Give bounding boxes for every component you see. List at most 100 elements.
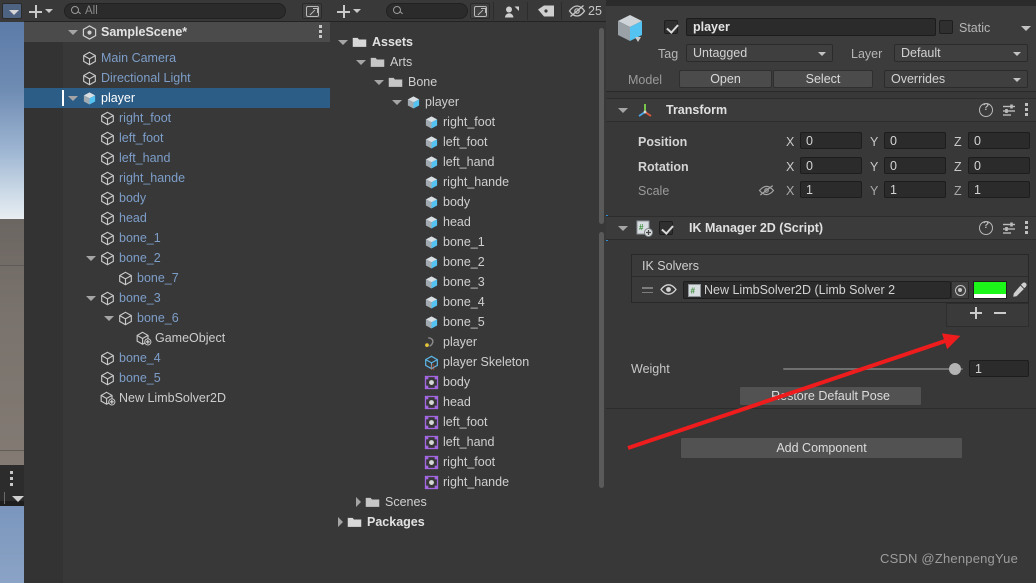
help-icon[interactable] xyxy=(979,102,993,117)
chevron-down-icon[interactable] xyxy=(618,107,628,113)
kebab-menu-icon[interactable] xyxy=(1025,221,1028,235)
project-item-bone[interactable]: Bone xyxy=(330,72,606,92)
hierarchy-search-input[interactable]: All xyxy=(64,3,286,19)
project-item-player[interactable]: player xyxy=(330,332,606,352)
hierarchy-add-button[interactable] xyxy=(24,0,56,22)
project-item-head[interactable]: head xyxy=(330,212,606,232)
scale-y-input[interactable]: 1 xyxy=(884,181,946,198)
hierarchy-item-new-limbsolver2d[interactable]: New LimbSolver2D xyxy=(24,388,330,408)
project-expand-button[interactable] xyxy=(470,3,490,19)
ik-solver-remove-button[interactable] xyxy=(988,304,1012,326)
project-search-input[interactable] xyxy=(386,3,468,19)
project-scrollbar-2[interactable] xyxy=(599,232,604,488)
chevron-right-icon[interactable] xyxy=(338,517,343,527)
presets-icon[interactable] xyxy=(1002,221,1016,235)
project-item-bone-2[interactable]: bone_2 xyxy=(330,252,606,272)
add-component-button[interactable]: Add Component xyxy=(680,437,963,459)
chevron-down-icon[interactable] xyxy=(68,29,78,35)
project-item-packages[interactable]: Packages xyxy=(330,512,606,532)
project-item-bone-1[interactable]: bone_1 xyxy=(330,232,606,252)
hierarchy-item-directional-light[interactable]: Directional Light xyxy=(24,68,330,88)
chevron-down-icon[interactable] xyxy=(392,99,402,105)
project-item-body[interactable]: body xyxy=(330,372,606,392)
hierarchy-item-left-foot[interactable]: left_foot xyxy=(24,128,330,148)
static-dropdown-chevron-icon[interactable] xyxy=(1021,26,1031,31)
hierarchy-expand-button[interactable] xyxy=(302,3,322,19)
rotation-y-input[interactable]: 0 xyxy=(884,157,946,174)
project-item-bone-3[interactable]: bone_3 xyxy=(330,272,606,292)
label-tag-button[interactable] xyxy=(534,3,558,19)
project-item-player-skeleton[interactable]: {} player Skeleton xyxy=(330,352,606,372)
project-item-player[interactable]: player xyxy=(330,92,606,112)
object-picker-icon[interactable] xyxy=(951,281,969,299)
project-item-right-foot[interactable]: right_foot xyxy=(330,112,606,132)
project-item-left-foot[interactable]: left_foot xyxy=(330,132,606,152)
kebab-menu-icon[interactable] xyxy=(319,25,322,40)
project-item-right-hande[interactable]: right_hande xyxy=(330,472,606,492)
project-item-left-hand[interactable]: left_hand xyxy=(330,432,606,452)
eye-visible-icon[interactable] xyxy=(660,283,677,296)
project-item-bone-5[interactable]: bone_5 xyxy=(330,312,606,332)
scale-x-input[interactable]: 1 xyxy=(800,181,862,198)
tag-dropdown[interactable]: Untagged xyxy=(686,44,833,62)
project-item-left-foot[interactable]: left_foot xyxy=(330,412,606,432)
layer-dropdown[interactable]: Default xyxy=(894,44,1028,62)
overrides-dropdown[interactable]: Overrides xyxy=(884,70,1028,88)
rotation-x-input[interactable]: 0 xyxy=(800,157,862,174)
kebab-menu-icon[interactable] xyxy=(1025,103,1028,117)
chevron-right-icon[interactable] xyxy=(356,497,361,507)
hierarchy-item-body[interactable]: body xyxy=(24,188,330,208)
project-item-body[interactable]: body xyxy=(330,192,606,212)
static-checkbox[interactable] xyxy=(939,20,953,34)
project-item-arts[interactable]: Arts xyxy=(330,52,606,72)
model-open-button[interactable]: Open xyxy=(679,70,772,88)
object-enabled-checkbox[interactable] xyxy=(664,20,678,34)
hierarchy-item-bone-4[interactable]: bone_4 xyxy=(24,348,330,368)
ik-solver-row[interactable]: # New LimbSolver2D (Limb Solver 2 xyxy=(632,277,1028,303)
project-item-bone-4[interactable]: bone_4 xyxy=(330,292,606,312)
position-y-input[interactable]: 0 xyxy=(884,132,946,149)
ik-manager-component-header[interactable]: # IK Manager 2D (Script) xyxy=(606,216,1036,240)
hierarchy-item-player[interactable]: player xyxy=(24,88,330,108)
weight-slider-knob[interactable] xyxy=(949,363,961,375)
hierarchy-item-bone-1[interactable]: bone_1 xyxy=(24,228,330,248)
chevron-down-icon[interactable] xyxy=(86,295,96,301)
hierarchy-item-right-hande[interactable]: right_hande xyxy=(24,168,330,188)
help-icon[interactable] xyxy=(979,220,993,235)
project-item-left-hand[interactable]: left_hand xyxy=(330,152,606,172)
presets-icon[interactable] xyxy=(1002,103,1016,117)
project-item-scenes[interactable]: Scenes xyxy=(330,492,606,512)
hierarchy-item-head[interactable]: head xyxy=(24,208,330,228)
project-item-right-foot[interactable]: right_foot xyxy=(330,452,606,472)
project-item-assets[interactable]: Assets xyxy=(330,32,606,52)
hierarchy-item-bone-2[interactable]: bone_2 xyxy=(24,248,330,268)
scale-z-input[interactable]: 1 xyxy=(968,181,1030,198)
chevron-down-icon[interactable] xyxy=(104,315,114,321)
object-name-input[interactable]: player xyxy=(686,18,936,36)
scale-constrain-off-icon[interactable] xyxy=(758,184,775,196)
ik-solver-color-swatch[interactable] xyxy=(973,281,1007,299)
chevron-down-icon[interactable] xyxy=(12,496,24,502)
hierarchy-item-bone-7[interactable]: bone_7 xyxy=(24,268,330,288)
project-scrollbar[interactable] xyxy=(599,28,604,224)
project-add-button[interactable] xyxy=(332,0,364,22)
scene-view-sliver[interactable] xyxy=(0,0,24,583)
hierarchy-item-bone-5[interactable]: bone_5 xyxy=(24,368,330,388)
hierarchy-item-main-camera[interactable]: Main Camera xyxy=(24,48,330,68)
model-select-button[interactable]: Select xyxy=(773,70,873,88)
project-item-head[interactable]: head xyxy=(330,392,606,412)
position-z-input[interactable]: 0 xyxy=(968,132,1030,149)
weight-slider-track[interactable] xyxy=(783,368,963,370)
rotation-z-input[interactable]: 0 xyxy=(968,157,1030,174)
transform-component-header[interactable]: Transform xyxy=(606,98,1036,122)
avatar-mask-button[interactable] xyxy=(500,3,524,19)
hierarchy-scene-row[interactable]: SampleScene* xyxy=(24,22,330,42)
hierarchy-item-gameobject[interactable]: GameObject xyxy=(24,328,330,348)
kebab-menu-icon[interactable] xyxy=(10,471,13,486)
drag-handle-icon[interactable] xyxy=(642,287,653,293)
chevron-down-icon[interactable] xyxy=(86,255,96,261)
ik-manager-enabled-checkbox[interactable] xyxy=(659,221,673,235)
eyedropper-icon[interactable] xyxy=(1010,281,1028,299)
scene-visibility-button[interactable]: 25 xyxy=(568,2,606,20)
chevron-down-icon[interactable] xyxy=(374,79,384,85)
